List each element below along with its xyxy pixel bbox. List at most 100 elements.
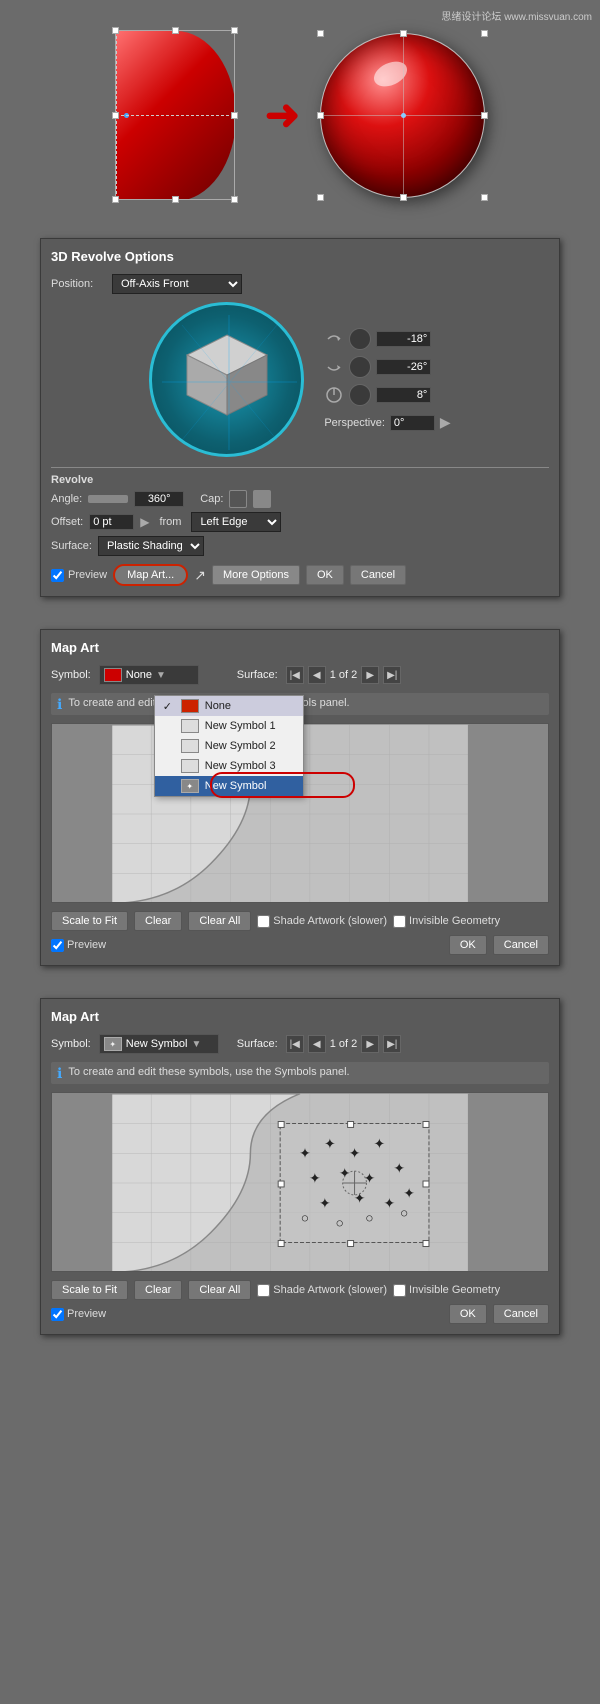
revolve-section-label: Revolve [51, 467, 549, 486]
svg-text:✦: ✦ [299, 1145, 311, 1161]
rotation-y-input[interactable] [376, 359, 431, 375]
shade-checkbox-2[interactable] [257, 1284, 270, 1297]
ok-button[interactable]: OK [306, 565, 344, 585]
footer-right-1: OK Cancel [449, 935, 549, 955]
more-options-button[interactable]: More Options [212, 565, 300, 585]
cancel-btn-map2[interactable]: Cancel [493, 1304, 549, 1324]
svg-text:✦: ✦ [393, 1160, 405, 1176]
svg-text:✦: ✦ [383, 1195, 395, 1211]
invisible-checkbox-2[interactable] [393, 1284, 406, 1297]
svg-text:✦: ✦ [403, 1185, 415, 1201]
surface-next-btn-2[interactable]: ▶ [361, 1035, 379, 1053]
cancel-button[interactable]: Cancel [350, 565, 406, 585]
clear-all-btn-1[interactable]: Clear All [188, 911, 251, 931]
cancel-btn-map1[interactable]: Cancel [493, 935, 549, 955]
invisible-checkbox-label-2[interactable]: Invisible Geometry [393, 1284, 500, 1297]
svg-text:✦: ✦ [339, 1165, 351, 1181]
dropdown-item-newsymbol[interactable]: ✦ New Symbol [155, 776, 303, 796]
surface-nav-2: |◀ ◀ 1 of 2 ▶ ▶| [286, 1035, 402, 1053]
canvas-area-2: ✦ ✦ ✦ ✦ ✦ ✦ ✦ ✦ ✦ ✦ ✦ ✦ ○ ○ ○ ○ [51, 1092, 549, 1272]
ok-btn-map2[interactable]: OK [449, 1304, 487, 1324]
from-select[interactable]: Left Edge [191, 512, 281, 532]
rotation-z-input[interactable] [376, 387, 431, 403]
from-label: from [159, 516, 181, 528]
ok-btn-map1[interactable]: OK [449, 935, 487, 955]
symbol-dropdown-btn[interactable]: None ▼ [99, 665, 199, 685]
cursor-pointer-icon: ↗ [194, 567, 206, 584]
surface-last-btn[interactable]: ▶| [383, 666, 401, 684]
invisible-checkbox-label-1[interactable]: Invisible Geometry [393, 915, 500, 928]
symbol-selector-1[interactable]: None ▼ ✓ None New Symbol 1 Ne [99, 665, 199, 685]
rotation-x-input[interactable] [376, 331, 431, 347]
symbol-label-2: Symbol: [51, 1038, 91, 1050]
surface-label-1: Surface: [237, 669, 278, 681]
rotation-x-dial[interactable] [349, 328, 371, 350]
cap-btn-2[interactable] [253, 490, 271, 508]
invisible-label-1: Invisible Geometry [409, 915, 500, 927]
preview-label-map1: Preview [67, 939, 106, 951]
preview-checkbox[interactable] [51, 569, 64, 582]
map-art-header-2: Symbol: ✦ New Symbol ▼ Surface: |◀ ◀ 1 o… [51, 1034, 549, 1054]
svg-text:✦: ✦ [374, 1135, 386, 1151]
info-icon-1: ℹ [57, 697, 62, 711]
position-select[interactable]: Off-Axis Front [112, 274, 242, 294]
svg-text:✦: ✦ [354, 1190, 366, 1206]
cube-preview [149, 302, 304, 457]
shade-label-2: Shade Artwork (slower) [273, 1284, 387, 1296]
info-row-2: ℹ To create and edit these symbols, use … [51, 1062, 549, 1084]
dropdown-item-symbol3[interactable]: New Symbol 3 [155, 756, 303, 776]
clear-all-btn-2[interactable]: Clear All [188, 1280, 251, 1300]
dropdown-item-symbol2[interactable]: New Symbol 2 [155, 736, 303, 756]
scale-to-fit-btn-1[interactable]: Scale to Fit [51, 911, 128, 931]
arrow-icon: ➜ [265, 94, 300, 136]
dropdown-item-symbol1[interactable]: New Symbol 1 [155, 716, 303, 736]
dropdown-symbol3-label: New Symbol 3 [205, 760, 276, 772]
surface-last-btn-2[interactable]: ▶| [383, 1035, 401, 1053]
surface-label-2: Surface: [237, 1038, 278, 1050]
preview-label-map2: Preview [67, 1308, 106, 1320]
map-art-dialog-1: Map Art Symbol: None ▼ ✓ None New S [40, 629, 560, 966]
top-illustration: 思绪设计论坛 www.missvuan.com ➜ [0, 0, 600, 230]
preview-checkbox-map1[interactable] [51, 939, 64, 952]
shade-checkbox-1[interactable] [257, 915, 270, 928]
rotation-z-dial[interactable] [349, 384, 371, 406]
preview-checkbox-label-map1[interactable]: Preview [51, 939, 106, 952]
symbol-dropdown-arrow: ▼ [156, 670, 166, 681]
surface-next-btn[interactable]: ▶ [361, 666, 379, 684]
invisible-label-2: Invisible Geometry [409, 1284, 500, 1296]
surface-prev-btn-2[interactable]: ◀ [308, 1035, 326, 1053]
dropdown-item-none[interactable]: ✓ None [155, 696, 303, 716]
rotation-y-dial[interactable] [349, 356, 371, 378]
sphere-before [115, 30, 235, 200]
cap-btn-1[interactable] [229, 490, 247, 508]
dropdown-symbol1-label: New Symbol 1 [205, 720, 276, 732]
surface-select[interactable]: Plastic Shading [98, 536, 204, 556]
preview-checkbox-label-map2[interactable]: Preview [51, 1308, 106, 1321]
rotation-z-icon [324, 385, 344, 405]
offset-input[interactable] [89, 514, 134, 530]
dropdown-none-label: None [205, 700, 231, 712]
symbol-dropdown-btn-2[interactable]: ✦ New Symbol ▼ [99, 1034, 219, 1054]
symbol-value-2: New Symbol [126, 1038, 188, 1050]
symbol2-dropdown-arrow: ▼ [192, 1039, 202, 1050]
perspective-input[interactable] [390, 415, 435, 431]
scale-to-fit-btn-2[interactable]: Scale to Fit [51, 1280, 128, 1300]
check-icon: ✓ [163, 700, 175, 713]
surface-prev-btn[interactable]: ◀ [308, 666, 326, 684]
invisible-checkbox-1[interactable] [393, 915, 406, 928]
map-art-button[interactable]: Map Art... [113, 564, 188, 586]
angle-input[interactable] [134, 491, 184, 507]
angle-slider[interactable] [88, 495, 128, 503]
shade-checkbox-label-1[interactable]: Shade Artwork (slower) [257, 915, 387, 928]
clear-btn-2[interactable]: Clear [134, 1280, 182, 1300]
shade-checkbox-label-2[interactable]: Shade Artwork (slower) [257, 1284, 387, 1297]
clear-btn-1[interactable]: Clear [134, 911, 182, 931]
info-text-2: To create and edit these symbols, use th… [68, 1066, 349, 1078]
preview-checkbox-label[interactable]: Preview [51, 569, 107, 582]
surface-first-btn-2[interactable]: |◀ [286, 1035, 304, 1053]
svg-text:○: ○ [365, 1210, 373, 1226]
preview-checkbox-map2[interactable] [51, 1308, 64, 1321]
symbol2-icon [181, 739, 199, 753]
surface-first-btn[interactable]: |◀ [286, 666, 304, 684]
watermark: 思绪设计论坛 www.missvuan.com [441, 8, 592, 23]
